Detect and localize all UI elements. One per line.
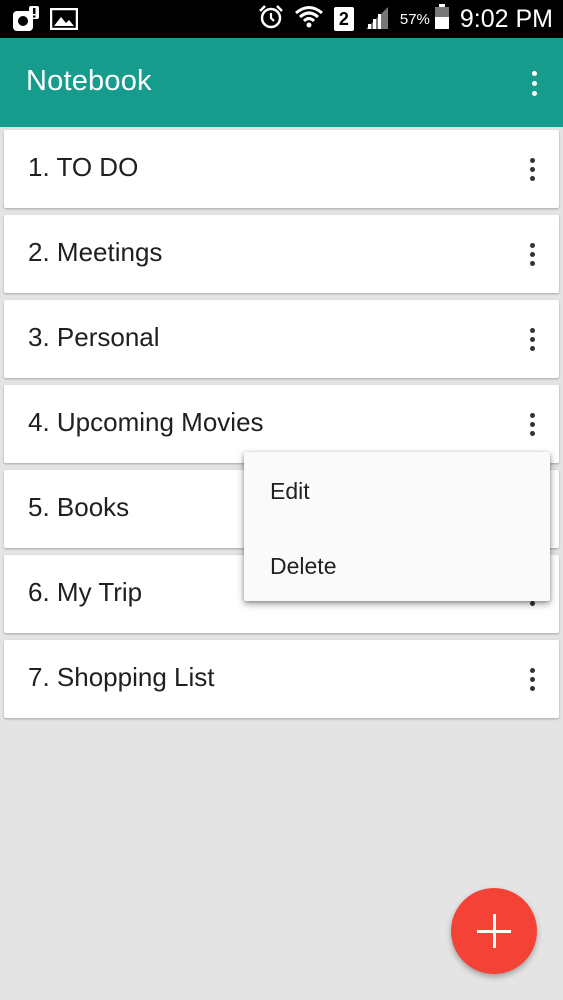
battery-icon — [434, 3, 450, 35]
more-vert-icon-dot — [529, 260, 535, 266]
more-vert-icon-dot — [529, 166, 535, 172]
menu-item-edit[interactable]: Edit — [244, 454, 550, 526]
image-icon — [49, 7, 79, 35]
more-vert-icon-dot — [529, 345, 535, 351]
menu-item-delete-label: Delete — [270, 553, 337, 579]
more-vert-icon-dot — [529, 600, 535, 606]
more-vert-icon-dot — [529, 685, 535, 691]
more-vert-icon — [529, 667, 535, 673]
menu-item-edit-label: Edit — [270, 478, 310, 504]
notebook-item[interactable]: 2. Meetings — [4, 215, 559, 293]
notebook-title: 2. Meetings — [28, 237, 163, 267]
notebook-list: 1. TO DO 2. Meetings 3. Personal 4. Upco… — [4, 130, 559, 725]
more-vert-icon-dot — [529, 336, 535, 342]
notebook-title: 5. Books — [28, 492, 130, 522]
app-bar: Notebook — [0, 38, 563, 127]
notebook-item[interactable]: 7. Shopping List — [4, 640, 559, 718]
notebook-title: 6. My Trip — [28, 577, 143, 607]
item-menu-button[interactable] — [521, 664, 543, 694]
item-menu-button[interactable] — [521, 239, 543, 269]
more-vert-icon — [529, 157, 535, 163]
more-vert-icon-dot — [529, 251, 535, 257]
item-popup-menu: Edit Delete — [244, 452, 550, 601]
notebook-title: 3. Personal — [28, 322, 160, 352]
more-vert-icon-dot — [529, 421, 535, 427]
status-bar: 2 57% 9:02 PM — [0, 0, 563, 38]
more-vert-icon-dot — [529, 430, 535, 436]
more-vert-icon — [531, 70, 537, 76]
more-vert-icon-dot — [531, 90, 537, 96]
more-vert-icon-dot — [531, 80, 537, 86]
wifi-icon — [294, 4, 324, 35]
notebook-title: 7. Shopping List — [28, 662, 215, 692]
notebook-item[interactable]: 1. TO DO — [4, 130, 559, 208]
sim-slot-number: 2 — [338, 8, 349, 29]
sim-icon: 2 — [333, 7, 354, 31]
more-vert-icon — [529, 412, 535, 418]
more-vert-icon — [529, 242, 535, 248]
app-title: Notebook — [26, 65, 152, 97]
more-vert-icon — [529, 327, 535, 333]
notification-icon — [12, 6, 40, 37]
plus-icon-stroke — [493, 914, 496, 948]
status-time: 9:02 PM — [459, 4, 553, 33]
alarm-icon — [258, 4, 284, 35]
menu-item-delete[interactable]: Delete — [244, 529, 550, 601]
more-vert-icon-dot — [529, 175, 535, 181]
overflow-menu-button[interactable] — [523, 66, 545, 100]
signal-icon — [364, 5, 390, 34]
add-notebook-button[interactable] — [451, 888, 537, 974]
notebook-title: 1. TO DO — [28, 152, 139, 182]
more-vert-icon-dot — [529, 676, 535, 682]
notebook-item[interactable]: 3. Personal — [4, 300, 559, 378]
item-menu-button[interactable] — [521, 154, 543, 184]
item-menu-button[interactable] — [521, 324, 543, 354]
item-menu-button[interactable] — [521, 409, 543, 439]
notebook-title: 4. Upcoming Movies — [28, 407, 264, 437]
battery-percent: 57% — [399, 10, 430, 28]
